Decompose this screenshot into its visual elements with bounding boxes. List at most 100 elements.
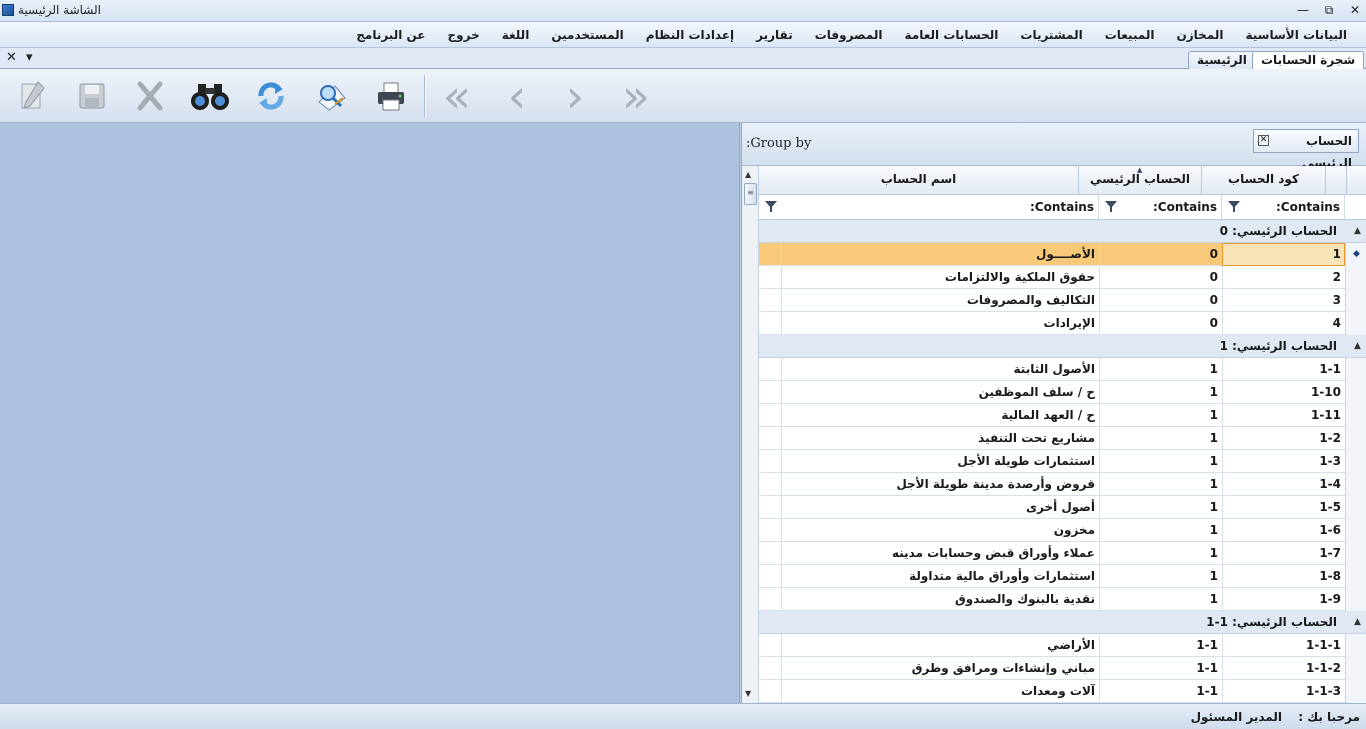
menu-exit[interactable]: خروج: [437, 28, 491, 42]
refresh-button[interactable]: [249, 75, 293, 117]
cell-name[interactable]: أصول أخرى: [781, 496, 1099, 519]
save-button[interactable]: [70, 75, 114, 117]
menu-reports[interactable]: تقارير: [745, 28, 804, 42]
table-row[interactable]: 1-11 1 ح / العهد المالية: [759, 404, 1366, 427]
edit-button[interactable]: [10, 75, 54, 117]
cell-code[interactable]: 1-1: [1222, 358, 1345, 381]
search-button[interactable]: [188, 75, 232, 117]
cell-parent[interactable]: 1: [1099, 542, 1222, 565]
cell-code[interactable]: 1-6: [1222, 519, 1345, 542]
table-row[interactable]: 4 0 الإيرادات: [759, 312, 1366, 335]
filter-funnel-icon[interactable]: [1105, 201, 1117, 212]
table-row[interactable]: 2 0 حقوق الملكية والالتزامات: [759, 266, 1366, 289]
cell-name[interactable]: الأراضي: [781, 634, 1099, 657]
cell-name[interactable]: آلات ومعدات: [781, 680, 1099, 703]
table-row[interactable]: ◆ 1 0 الأصــــول: [759, 243, 1366, 266]
cell-parent[interactable]: 1: [1099, 358, 1222, 381]
cell-name[interactable]: مشاريع تحت التنفيذ: [781, 427, 1099, 450]
cell-code[interactable]: 2: [1222, 266, 1345, 289]
table-row[interactable]: 1-6 1 مخزون: [759, 519, 1366, 542]
cell-name[interactable]: ح / العهد المالية: [781, 404, 1099, 427]
tab-accounts-tree[interactable]: شجرة الحسابات: [1252, 51, 1365, 70]
menu-expenses[interactable]: المصروفات: [804, 28, 894, 42]
cell-code[interactable]: 1-8: [1222, 565, 1345, 588]
table-row[interactable]: 1-8 1 استثمارات وأوراق مالية متداولة: [759, 565, 1366, 588]
filter-funnel-icon[interactable]: [1228, 201, 1240, 212]
menu-about[interactable]: عن البرنامج: [345, 28, 436, 42]
cell-name[interactable]: نقدية بالبنوك والصندوق: [781, 588, 1099, 611]
cell-name[interactable]: الأصــــول: [781, 243, 1099, 266]
group-row[interactable]: ▲ الحساب الرئيسي: 1-1: [759, 611, 1366, 634]
collapse-icon[interactable]: ▲: [1352, 226, 1363, 237]
table-row[interactable]: 1-2 1 مشاريع تحت التنفيذ: [759, 427, 1366, 450]
cell-parent[interactable]: 0: [1099, 243, 1222, 266]
cell-name[interactable]: مخزون: [781, 519, 1099, 542]
cell-name[interactable]: مباني وإنشاءات ومرافق وطرق: [781, 657, 1099, 680]
restore-button[interactable]: ⧉: [1320, 2, 1338, 18]
collapse-icon[interactable]: ▲: [1352, 617, 1363, 628]
cell-code[interactable]: 1-2: [1222, 427, 1345, 450]
table-row[interactable]: 1-1-2 1-1 مباني وإنشاءات ومرافق وطرق: [759, 657, 1366, 680]
cell-code[interactable]: 1-10: [1222, 381, 1345, 404]
column-header-code[interactable]: كود الحساب: [1202, 166, 1326, 195]
menu-purchases[interactable]: المشتريات: [1009, 28, 1093, 42]
cell-code[interactable]: 1-3: [1222, 450, 1345, 473]
delete-button[interactable]: [128, 75, 172, 117]
cell-code[interactable]: 1-11: [1222, 404, 1345, 427]
table-row[interactable]: 1-7 1 عملاء وأوراق قبض وحسابات مدينه: [759, 542, 1366, 565]
cell-parent[interactable]: 1-1: [1099, 657, 1222, 680]
vertical-scrollbar[interactable]: ▲ ≡ ▼: [742, 166, 759, 703]
table-row[interactable]: 1-1-1 1-1 الأراضي: [759, 634, 1366, 657]
cell-name[interactable]: التكاليف والمصروفات: [781, 289, 1099, 312]
cell-name[interactable]: عملاء وأوراق قبض وحسابات مدينه: [781, 542, 1099, 565]
close-window-button[interactable]: ✕: [1346, 2, 1364, 18]
cell-code[interactable]: 1-4: [1222, 473, 1345, 496]
menu-language[interactable]: اللغة: [491, 28, 541, 42]
menu-stores[interactable]: المخازن: [1166, 28, 1235, 42]
cell-name[interactable]: الأصول الثابتة: [781, 358, 1099, 381]
table-row[interactable]: 3 0 التكاليف والمصروفات: [759, 289, 1366, 312]
scroll-thumb[interactable]: ≡: [744, 183, 757, 205]
cell-parent[interactable]: 1: [1099, 450, 1222, 473]
table-row[interactable]: 1-10 1 ح / سلف الموظفين: [759, 381, 1366, 404]
column-header-name[interactable]: اسم الحساب: [759, 166, 1079, 195]
group-chip-parent-account[interactable]: الحساب الرئيسي ✕: [1253, 129, 1359, 170]
cell-parent[interactable]: 0: [1099, 312, 1222, 335]
menu-basic-data[interactable]: البيانات الأساسية: [1234, 28, 1358, 42]
cell-name[interactable]: استثمارات طويلة الأجل: [781, 450, 1099, 473]
cell-name[interactable]: قروض وأرصدة مدينة طويلة الأجل: [781, 473, 1099, 496]
cell-code[interactable]: 4: [1222, 312, 1345, 335]
cell-name[interactable]: حقوق الملكية والالتزامات: [781, 266, 1099, 289]
cell-code[interactable]: 1-1-2: [1222, 657, 1345, 680]
cell-parent[interactable]: 1-1: [1099, 634, 1222, 657]
cell-code[interactable]: 1: [1222, 243, 1345, 266]
table-row[interactable]: 1-4 1 قروض وأرصدة مدينة طويلة الأجل: [759, 473, 1366, 496]
remove-group-icon[interactable]: ✕: [1258, 135, 1269, 146]
tab-home[interactable]: الرئيسية: [1188, 51, 1256, 69]
cell-code[interactable]: 1-1-3: [1222, 680, 1345, 703]
table-row[interactable]: 1-3 1 استثمارات طويلة الأجل: [759, 450, 1366, 473]
cell-parent[interactable]: 0: [1099, 289, 1222, 312]
cell-name[interactable]: ح / سلف الموظفين: [781, 381, 1099, 404]
cell-parent[interactable]: 1: [1099, 565, 1222, 588]
scroll-up-icon[interactable]: ▲: [745, 170, 751, 179]
cell-parent[interactable]: 1-1: [1099, 680, 1222, 703]
first-record-button[interactable]: «: [435, 73, 479, 119]
menu-general-accounts[interactable]: الحسابات العامة: [894, 28, 1010, 42]
cell-code[interactable]: 1-5: [1222, 496, 1345, 519]
filter-code[interactable]: Contains:: [1222, 195, 1345, 219]
collapse-icon[interactable]: ▲: [1352, 341, 1363, 352]
cell-code[interactable]: 1-9: [1222, 588, 1345, 611]
cell-parent[interactable]: 1: [1099, 427, 1222, 450]
tab-list-dropdown-icon[interactable]: ▾: [26, 50, 33, 65]
close-tab-icon[interactable]: ✕: [6, 50, 17, 65]
minimize-button[interactable]: —: [1294, 2, 1312, 18]
cell-parent[interactable]: 1: [1099, 473, 1222, 496]
cell-parent[interactable]: 1: [1099, 588, 1222, 611]
filter-name[interactable]: Contains:: [759, 195, 1099, 219]
cell-parent[interactable]: 1: [1099, 404, 1222, 427]
menu-sales[interactable]: المبيعات: [1094, 28, 1166, 42]
menu-users[interactable]: المستخدمين: [540, 28, 634, 42]
menu-system-settings[interactable]: إعدادات النظام: [635, 28, 745, 42]
print-preview-button[interactable]: [309, 75, 353, 117]
